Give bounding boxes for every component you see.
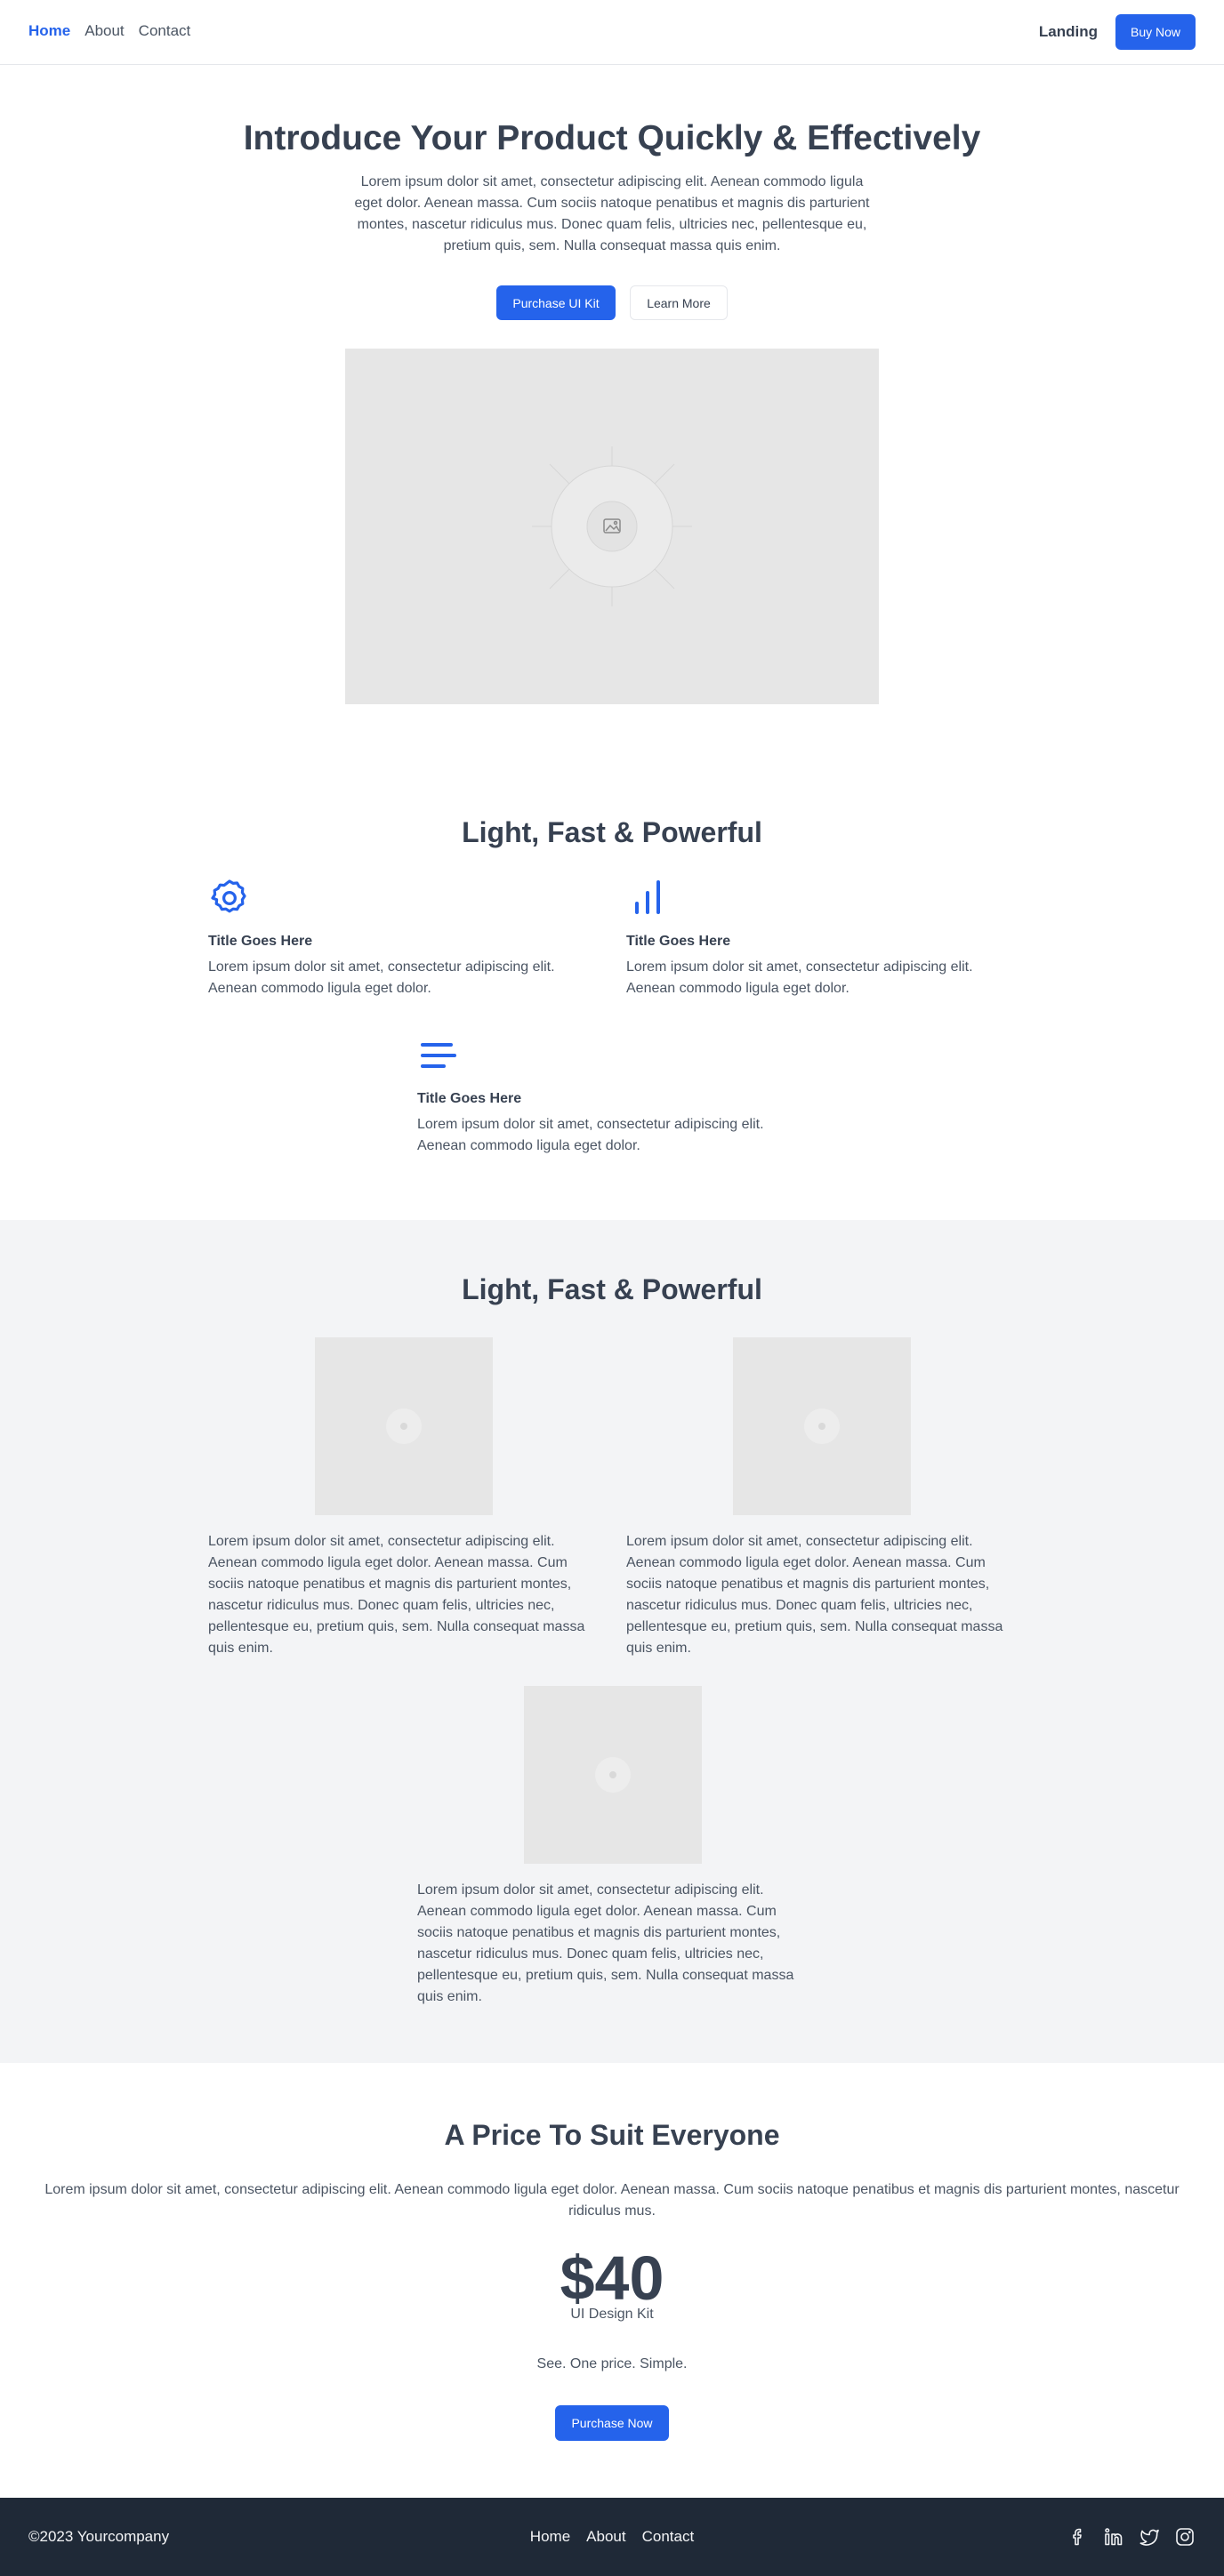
facebook-icon[interactable] — [1067, 2526, 1089, 2548]
nav-home-link[interactable]: Home — [28, 22, 70, 40]
purchase-ui-kit-button[interactable]: Purchase UI Kit — [496, 285, 616, 320]
purchase-now-wrap: Purchase Now — [0, 2405, 1224, 2441]
gear-icon — [211, 879, 246, 913]
site-footer: ©2023 Yourcompany Home About Contact — [0, 2498, 1224, 2576]
feature-title: Title Goes Here — [208, 934, 313, 949]
pricing-description: Lorem ipsum dolor sit amet, consectetur … — [44, 2182, 1180, 2219]
price-value: $40 — [560, 2243, 664, 2313]
card-text: Lorem ipsum dolor sit amet, consectetur … — [208, 1534, 585, 1656]
features-title: Light, Fast & Powerful — [462, 816, 762, 848]
feature-text: Lorem ipsum dolor sit amet, consectetur … — [626, 959, 973, 996]
menu-lines-icon — [421, 1043, 456, 1068]
price-note: See. One price. Simple. — [536, 2356, 688, 2371]
social-links — [1067, 2526, 1196, 2548]
bar-chart-icon — [635, 880, 660, 914]
header-actions: Landing Buy Now — [1039, 14, 1196, 50]
nav-contact-link[interactable]: Contact — [139, 22, 191, 40]
hero-description: Lorem ipsum dolor sit amet, consectetur … — [354, 174, 870, 253]
card-text: Lorem ipsum dolor sit amet, consectetur … — [626, 1534, 1003, 1656]
pricing-title: A Price To Suit Everyone — [444, 2119, 780, 2151]
linkedin-icon[interactable] — [1103, 2526, 1124, 2548]
card-image-placeholder — [315, 1337, 493, 1515]
learn-more-button[interactable]: Learn More — [630, 285, 728, 320]
nav-about-link[interactable]: About — [85, 22, 124, 40]
twitter-icon[interactable] — [1139, 2526, 1160, 2548]
price-product-label: UI Design Kit — [570, 2307, 654, 2322]
showcase-title: Light, Fast & Powerful — [462, 1273, 762, 1305]
feature-title: Title Goes Here — [626, 934, 731, 949]
card-image-placeholder — [524, 1686, 702, 1864]
showcase-card: Lorem ipsum dolor sit amet, consectetur … — [417, 1686, 809, 2008]
main-nav: Home About Contact — [28, 22, 190, 40]
feature-text: Lorem ipsum dolor sit amet, consectetur … — [208, 959, 555, 996]
showcase-card: Lorem ipsum dolor sit amet, consectetur … — [208, 1337, 600, 1659]
feature-item: Title Goes Here Lorem ipsum dolor sit am… — [417, 1034, 809, 1157]
hero-title: Introduce Your Product Quickly & Effecti… — [243, 119, 981, 157]
feature-item: Title Goes Here Lorem ipsum dolor sit am… — [626, 877, 1018, 999]
showcase-card: Lorem ipsum dolor sit amet, consectetur … — [626, 1337, 1018, 1659]
footer-home-link[interactable]: Home — [530, 2528, 570, 2546]
hero-image-placeholder — [345, 349, 879, 704]
showcase-section: Light, Fast & Powerful Lorem ipsum dolor… — [0, 1220, 1224, 2063]
feature-item: Title Goes Here Lorem ipsum dolor sit am… — [208, 877, 600, 999]
buy-now-button[interactable]: Buy Now — [1115, 14, 1196, 50]
feature-text: Lorem ipsum dolor sit amet, consectetur … — [417, 1117, 764, 1153]
footer-about-link[interactable]: About — [586, 2528, 625, 2546]
site-header: Home About Contact Landing Buy Now — [0, 0, 1224, 65]
footer-contact-link[interactable]: Contact — [642, 2528, 695, 2546]
hero-buttons: Purchase UI Kit Learn More — [0, 285, 1224, 320]
card-image-placeholder — [733, 1337, 911, 1515]
instagram-icon[interactable] — [1174, 2526, 1196, 2548]
feature-title: Title Goes Here — [417, 1091, 522, 1106]
landing-link[interactable]: Landing — [1039, 23, 1098, 41]
image-placeholder-icon — [532, 446, 692, 606]
card-text: Lorem ipsum dolor sit amet, consectetur … — [417, 1882, 794, 2004]
purchase-now-button[interactable]: Purchase Now — [555, 2405, 669, 2441]
footer-nav: Home About Contact — [0, 2528, 1224, 2546]
